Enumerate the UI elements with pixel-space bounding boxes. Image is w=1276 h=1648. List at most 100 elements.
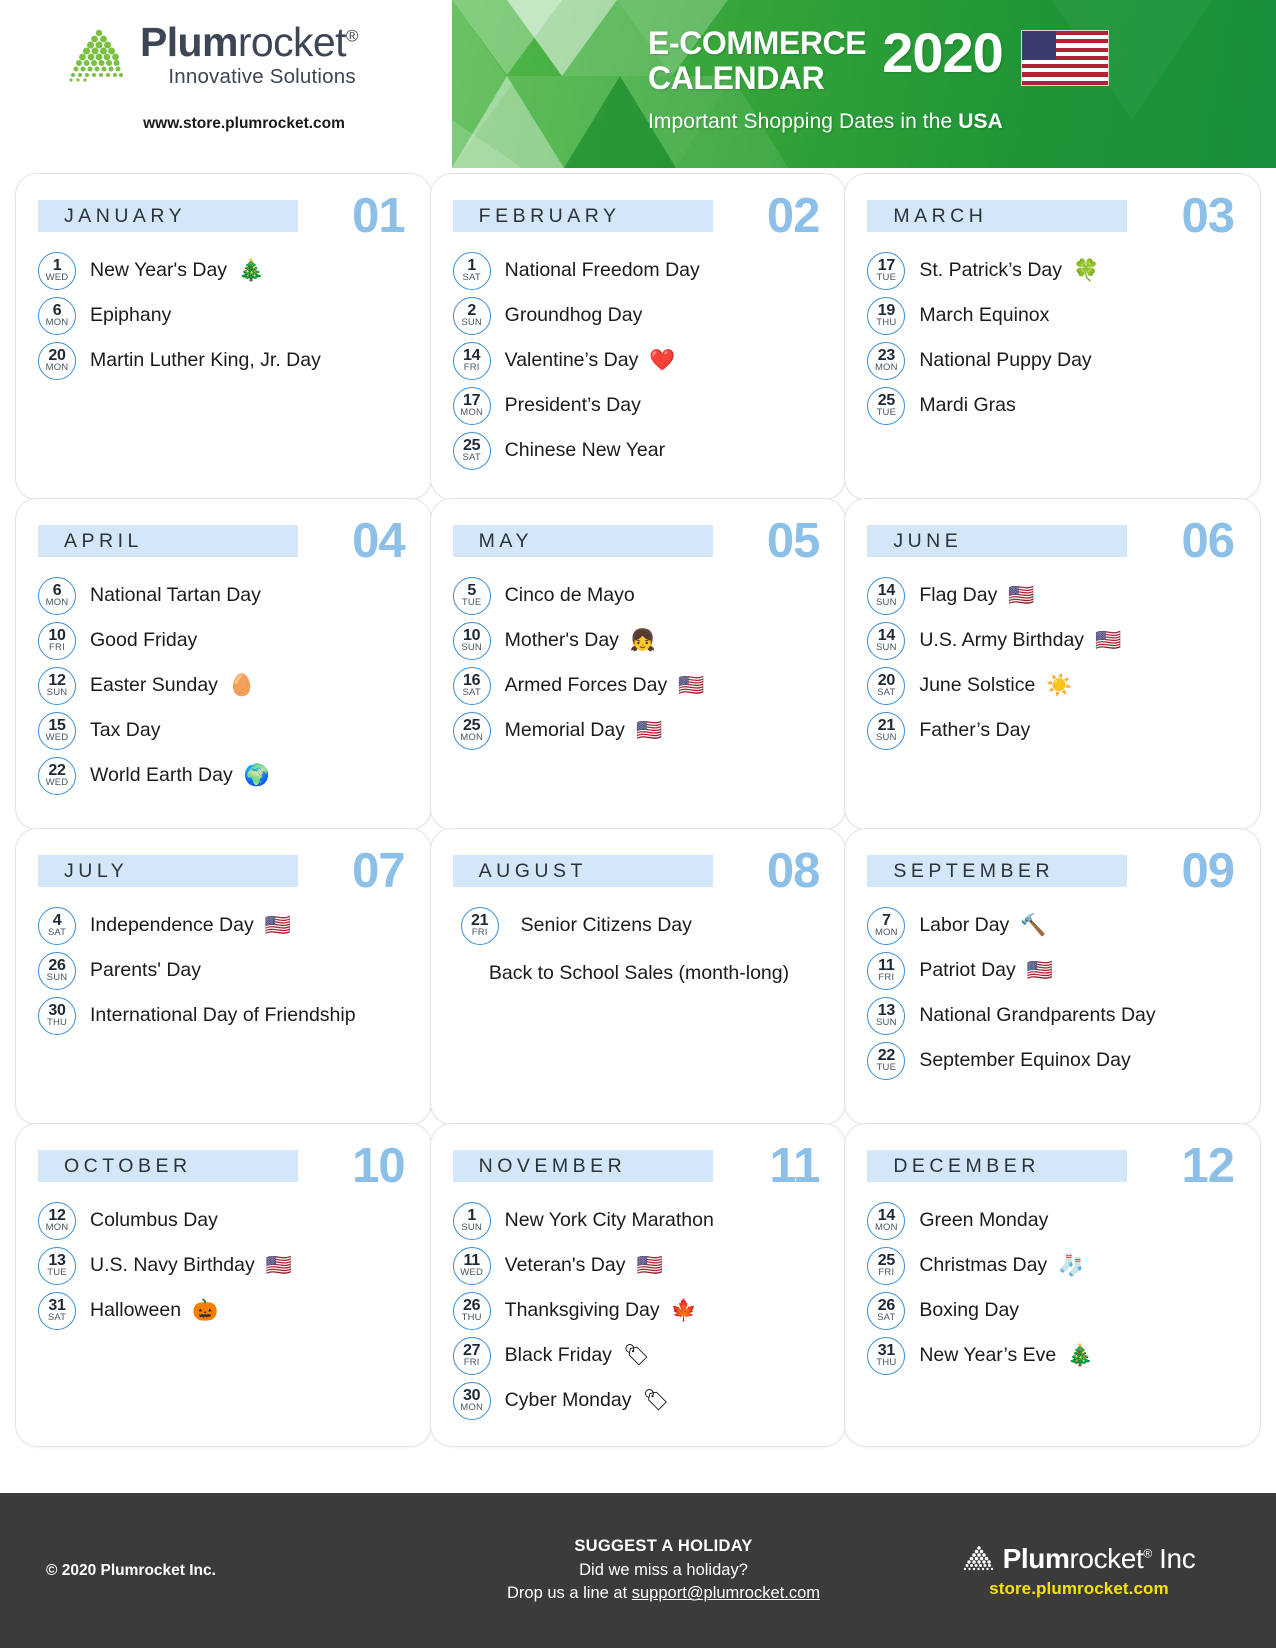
date-weekday: SUN xyxy=(875,597,897,609)
usa-flag-icon xyxy=(1020,30,1109,91)
date-weekday: SUN xyxy=(461,317,482,329)
date-badge: 25 MON xyxy=(452,711,491,750)
event-row: 14 MON Green Monday xyxy=(867,1198,1242,1243)
date-badge: 12 SUN xyxy=(38,666,76,705)
support-email-link[interactable]: support@plumrocket.com xyxy=(632,1584,820,1602)
footer-brand-block: Plumrocket® Inc store.plumrocket.com xyxy=(906,1543,1276,1599)
brand-name: Plumrocket® xyxy=(140,22,358,63)
event-row: 13 SUN National Grandparents Day xyxy=(867,993,1242,1038)
event-row: 15 WED Tax Day xyxy=(38,708,413,753)
date-weekday: SUN xyxy=(875,732,897,744)
event-list: 4 SAT Independence Day 🇺🇸 26 SUN Parents' Day 3… xyxy=(38,903,413,1038)
date-weekday: FRI xyxy=(49,642,65,654)
date-weekday: FRI xyxy=(878,972,895,984)
event-row: 25 MON Memorial Day 🇺🇸 xyxy=(452,708,828,753)
date-badge: 25 FRI xyxy=(867,1246,906,1285)
date-badge: 7 MON xyxy=(867,906,906,945)
event-label: Veteran's Day xyxy=(504,1254,626,1276)
event-row: 11 FRI Patriot Day 🇺🇸 xyxy=(867,948,1242,993)
usa-flag-icon: 🇺🇸 xyxy=(1008,584,1035,607)
date-weekday: THU xyxy=(876,1357,897,1369)
month-name: JULY xyxy=(64,859,129,882)
event-label: Good Friday xyxy=(90,629,198,651)
month-name-bar: JUNE xyxy=(867,525,1128,557)
month-card-august: AUGUST 08 21 FRI Senior Citizens Day Back to … xyxy=(429,828,847,1125)
date-weekday: TUE xyxy=(876,1062,897,1074)
event-label: June Solstice xyxy=(919,674,1036,696)
event-label: Boxing Day xyxy=(919,1299,1020,1321)
event-label: World Earth Day xyxy=(90,764,233,786)
event-label: Chinese New Year xyxy=(504,439,666,461)
heart-icon: ❤️ xyxy=(649,349,676,372)
month-number: 05 xyxy=(766,513,821,568)
event-label: Independence Day xyxy=(90,914,254,936)
month-name: SEPTEMBER xyxy=(893,859,1055,882)
month-header: OCTOBER 10 xyxy=(38,1141,413,1190)
suggest-contact-line: Drop us a line at support@plumrocket.com xyxy=(421,1582,906,1606)
month-name-bar: SEPTEMBER xyxy=(867,855,1128,887)
month-name: OCTOBER xyxy=(64,1154,192,1177)
event-row: 20 MON Martin Luther King, Jr. Day xyxy=(38,338,413,383)
event-list: 1 WED New Year's Day 🎄 6 MON Epiphany 20 MON Mart… xyxy=(38,248,413,383)
date-badge: 15 WED xyxy=(38,711,76,750)
date-weekday: THU xyxy=(461,1312,482,1324)
month-number: 04 xyxy=(352,513,406,568)
date-weekday: SAT xyxy=(462,452,481,464)
month-header: FEBRUARY 02 xyxy=(452,191,828,240)
hammer-icon: 🔨 xyxy=(1020,914,1047,937)
month-card-october: OCTOBER 10 12 MON Columbus Day 13 TUE U.S. Navy… xyxy=(15,1123,432,1447)
header-banner: E-COMMERCE CALENDAR 2020 Important Shopp… xyxy=(452,0,1276,168)
date-badge: 14 MON xyxy=(867,1201,906,1240)
date-badge: 21 SUN xyxy=(867,711,906,750)
event-label: Senior Citizens Day xyxy=(520,914,692,936)
usa-flag-icon: 🇺🇸 xyxy=(635,719,663,742)
date-badge: 31 SAT xyxy=(38,1291,76,1330)
event-label: Valentine’s Day xyxy=(504,349,639,371)
month-name-bar: APRIL xyxy=(38,525,298,557)
date-weekday: MON xyxy=(874,362,898,374)
mother-face-icon: 👧 xyxy=(629,629,657,652)
easter-egg-icon: 🥚 xyxy=(228,674,256,697)
date-badge: 31 THU xyxy=(867,1336,906,1375)
maple-leaf-icon: 🍁 xyxy=(670,1299,697,1322)
month-number: 12 xyxy=(1181,1138,1235,1193)
event-label: St. Patrick’s Day xyxy=(919,259,1063,281)
brand-text: Plumrocket® Innovative Solutions xyxy=(140,22,358,89)
christmas-tree-icon: 🎄 xyxy=(1067,1344,1094,1367)
event-row: 26 SAT Boxing Day xyxy=(867,1288,1242,1333)
event-label: Parents' Day xyxy=(90,959,202,981)
event-label: Father’s Day xyxy=(919,719,1031,741)
event-row: 26 SUN Parents' Day xyxy=(38,948,413,993)
event-row: 10 FRI Good Friday xyxy=(38,618,413,663)
registered-trademark-icon: ® xyxy=(345,26,359,46)
date-badge: 14 SUN xyxy=(867,576,906,615)
date-badge: 25 TUE xyxy=(867,386,906,425)
event-row: 17 MON President’s Day xyxy=(452,383,828,428)
event-row: 13 TUE U.S. Navy Birthday 🇺🇸 xyxy=(38,1243,413,1288)
website-url[interactable]: www.store.plumrocket.com xyxy=(0,115,452,133)
footer-store-url[interactable]: store.plumrocket.com xyxy=(906,1579,1252,1599)
date-badge: 16 SAT xyxy=(452,666,491,705)
date-badge: 19 THU xyxy=(867,296,906,335)
event-label: New York City Marathon xyxy=(504,1209,714,1231)
month-grid: JANUARY 01 1 WED New Year's Day 🎄 6 MON Epiphany… xyxy=(0,168,1276,1447)
date-badge: 2 SUN xyxy=(452,296,491,335)
date-badge: 22 TUE xyxy=(867,1041,906,1080)
event-row: 22 TUE September Equinox Day xyxy=(867,1038,1242,1083)
date-weekday: SUN xyxy=(46,687,68,699)
event-row: 1 SUN New York City Marathon xyxy=(452,1198,828,1243)
month-header: APRIL 04 xyxy=(38,516,413,565)
event-label: National Tartan Day xyxy=(90,584,261,606)
month-header: JANUARY 01 xyxy=(38,191,413,240)
month-number: 09 xyxy=(1181,843,1235,898)
event-row: 27 FRI Black Friday 🏷 xyxy=(452,1333,828,1378)
date-badge: 26 SUN xyxy=(38,951,76,990)
page-header: Plumrocket® Innovative Solutions www.sto… xyxy=(0,0,1276,168)
month-number: 11 xyxy=(769,1138,821,1193)
date-weekday: MON xyxy=(460,1402,484,1414)
date-weekday: MON xyxy=(460,732,484,744)
date-weekday: TUE xyxy=(461,597,482,609)
month-number: 06 xyxy=(1181,513,1235,568)
event-label: U.S. Army Birthday xyxy=(919,629,1085,651)
christmas-tree-icon: 🎄 xyxy=(238,259,265,282)
